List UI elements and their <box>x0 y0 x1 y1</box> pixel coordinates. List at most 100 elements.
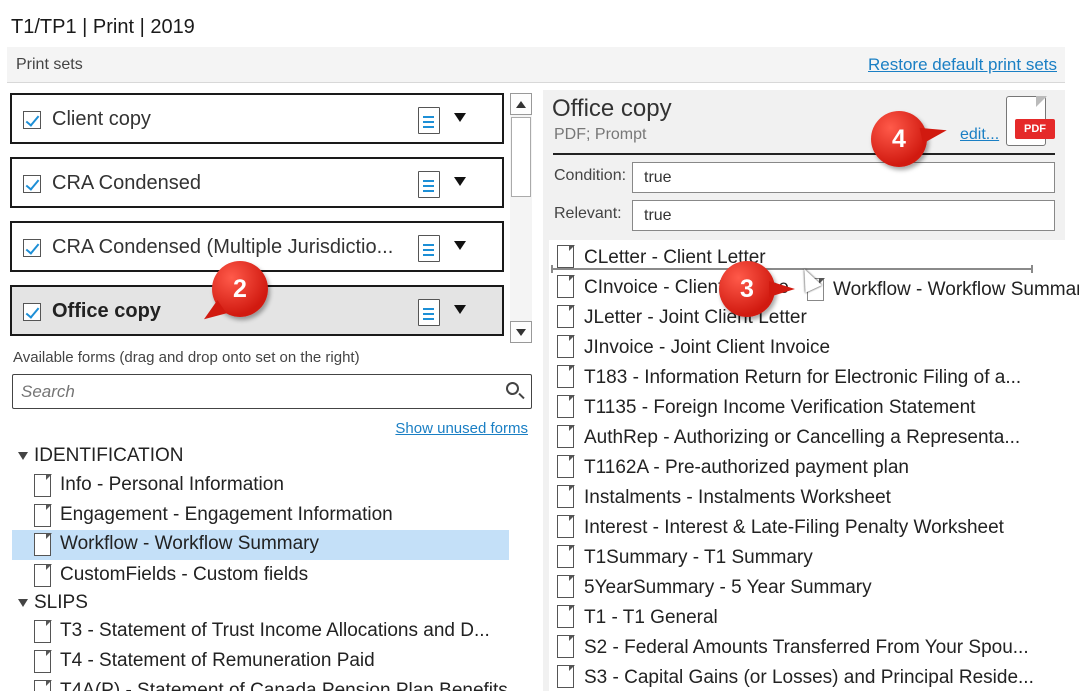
form-list-item[interactable]: T1 - T1 General <box>549 602 1065 632</box>
tree-item-label: Info - Personal Information <box>60 474 284 495</box>
form-label: 5YearSummary - 5 Year Summary <box>584 577 872 598</box>
form-page-icon <box>34 532 52 556</box>
form-label: S3 - Capital Gains (or Losses) and Princ… <box>584 667 1034 688</box>
form-page-icon <box>557 394 575 418</box>
drag-ghost-label: Workflow - Workflow Summary <box>833 279 1079 300</box>
form-page-icon <box>557 364 575 388</box>
form-label: T1162A - Pre-authorized payment plan <box>584 457 909 478</box>
set-label: Client copy <box>52 108 151 130</box>
tree-group-label: SLIPS <box>34 592 88 613</box>
form-page-icon <box>557 664 575 688</box>
set-list-scrollbar[interactable] <box>510 93 532 343</box>
scroll-thumb[interactable] <box>511 117 531 197</box>
scroll-up-button[interactable] <box>510 93 532 115</box>
scroll-down-button[interactable] <box>510 321 532 343</box>
form-page-icon <box>557 454 575 478</box>
form-list-item[interactable]: T1162A - Pre-authorized payment plan <box>549 452 1065 482</box>
callout-number: 3 <box>740 275 754 303</box>
form-label: T1 - T1 General <box>584 607 718 628</box>
show-unused-forms-link[interactable]: Show unused forms <box>395 420 528 437</box>
tree-item-label: T3 - Statement of Trust Income Allocatio… <box>60 620 490 641</box>
collapse-triangle-icon[interactable] <box>18 598 28 607</box>
tree-item-label: T4A(P) - Statement of Canada Pension Pla… <box>60 680 508 691</box>
print-sets-label: Print sets <box>16 56 83 73</box>
set-checkbox[interactable] <box>23 111 41 129</box>
form-page-icon <box>557 424 575 448</box>
callout-number: 2 <box>233 275 247 303</box>
tree-item[interactable]: T4 - Statement of Remuneration Paid <box>12 647 509 677</box>
form-label: Instalments - Instalments Worksheet <box>584 487 891 508</box>
documents-icon[interactable] <box>414 299 440 332</box>
form-label: JInvoice - Joint Client Invoice <box>584 337 831 358</box>
form-list-item[interactable]: Interest - Interest & Late-Filing Penalt… <box>549 512 1065 542</box>
form-label: T1Summary - T1 Summary <box>584 547 813 568</box>
tree-item-label: Workflow - Workflow Summary <box>60 533 319 554</box>
tree-item-selected[interactable]: Workflow - Workflow Summary <box>12 530 509 560</box>
pdf-icon[interactable]: PDF <box>1006 95 1055 146</box>
form-list-item[interactable]: S3 - Capital Gains (or Losses) and Princ… <box>549 662 1065 691</box>
form-list-item[interactable]: Instalments - Instalments Worksheet <box>549 482 1065 512</box>
form-page-icon <box>34 503 52 527</box>
set-checkbox[interactable] <box>23 175 41 193</box>
dropdown-arrow-icon[interactable] <box>454 113 466 122</box>
form-list-item[interactable]: JLetter - Joint Client Letter <box>549 302 1065 332</box>
set-checkbox[interactable] <box>23 303 41 321</box>
form-page-icon <box>557 634 575 658</box>
tree-group-slips[interactable]: SLIPS <box>18 592 88 614</box>
documents-icon[interactable] <box>414 171 440 204</box>
search-input[interactable] <box>21 380 491 404</box>
office-copy-panel: Office copy PDF; Prompt edit... PDF Cond… <box>543 90 1065 691</box>
form-page-icon <box>557 244 575 268</box>
collapse-triangle-icon[interactable] <box>18 451 28 460</box>
window-title: T1/TP1 | Print | 2019 <box>11 16 195 38</box>
form-list-item[interactable]: S2 - Federal Amounts Transferred From Yo… <box>549 632 1065 662</box>
set-label: CRA Condensed (Multiple Jurisdictio... <box>52 236 394 258</box>
set-subtitle: PDF; Prompt <box>554 126 647 143</box>
documents-icon[interactable] <box>414 235 440 268</box>
tree-item[interactable]: Engagement - Engagement Information <box>12 501 509 531</box>
callout-number: 4 <box>892 125 906 153</box>
tree-item[interactable]: Info - Personal Information <box>12 471 509 501</box>
form-list-item[interactable]: 5YearSummary - 5 Year Summary <box>549 572 1065 602</box>
divider <box>553 153 1055 155</box>
condition-field[interactable]: true <box>632 162 1055 193</box>
set-label: CRA Condensed <box>52 172 201 194</box>
form-page-icon <box>557 304 575 328</box>
condition-label: Condition: <box>554 167 627 184</box>
tree-item[interactable]: T4A(P) - Statement of Canada Pension Pla… <box>12 677 509 691</box>
form-list-item[interactable]: T1Summary - T1 Summary <box>549 542 1065 572</box>
form-page-icon <box>557 484 575 508</box>
set-item-client-copy[interactable]: Client copy <box>10 93 504 144</box>
callout-3: 3 <box>719 261 795 317</box>
form-label: T1135 - Foreign Income Verification Stat… <box>584 397 976 418</box>
relevant-label: Relevant: <box>554 205 622 222</box>
form-page-icon <box>557 574 575 598</box>
set-checkbox[interactable] <box>23 239 41 257</box>
set-item-cra-condensed[interactable]: CRA Condensed <box>10 157 504 208</box>
search-icon[interactable] <box>506 382 519 395</box>
tree-group-identification[interactable]: IDENTIFICATION <box>18 445 184 467</box>
pdf-badge: PDF <box>1015 119 1055 139</box>
form-list-item[interactable]: T183 - Information Return for Electronic… <box>549 362 1065 392</box>
form-label: AuthRep - Authorizing or Cancelling a Re… <box>584 427 1021 448</box>
tree-item[interactable]: T3 - Statement of Trust Income Allocatio… <box>12 617 509 647</box>
tree-item[interactable]: CustomFields - Custom fields <box>12 561 509 591</box>
dropdown-arrow-icon[interactable] <box>454 305 466 314</box>
form-list-item[interactable]: AuthRep - Authorizing or Cancelling a Re… <box>549 422 1065 452</box>
form-list-item[interactable]: JInvoice - Joint Client Invoice <box>549 332 1065 362</box>
tree-group-label: IDENTIFICATION <box>34 445 184 466</box>
form-page-icon <box>557 334 575 358</box>
search-box[interactable] <box>12 374 532 409</box>
documents-icon[interactable] <box>414 107 440 140</box>
form-page-icon <box>34 473 52 497</box>
form-page-icon <box>557 544 575 568</box>
form-label: Interest - Interest & Late-Filing Penalt… <box>584 517 1004 538</box>
edit-link[interactable]: edit... <box>960 126 999 144</box>
dropdown-arrow-icon[interactable] <box>454 177 466 186</box>
form-list-item[interactable]: T1135 - Foreign Income Verification Stat… <box>549 392 1065 422</box>
form-label: T183 - Information Return for Electronic… <box>584 367 1022 388</box>
restore-default-link[interactable]: Restore default print sets <box>868 55 1057 75</box>
tree-item-label: Engagement - Engagement Information <box>60 504 393 525</box>
dropdown-arrow-icon[interactable] <box>454 241 466 250</box>
relevant-field[interactable]: true <box>632 200 1055 231</box>
